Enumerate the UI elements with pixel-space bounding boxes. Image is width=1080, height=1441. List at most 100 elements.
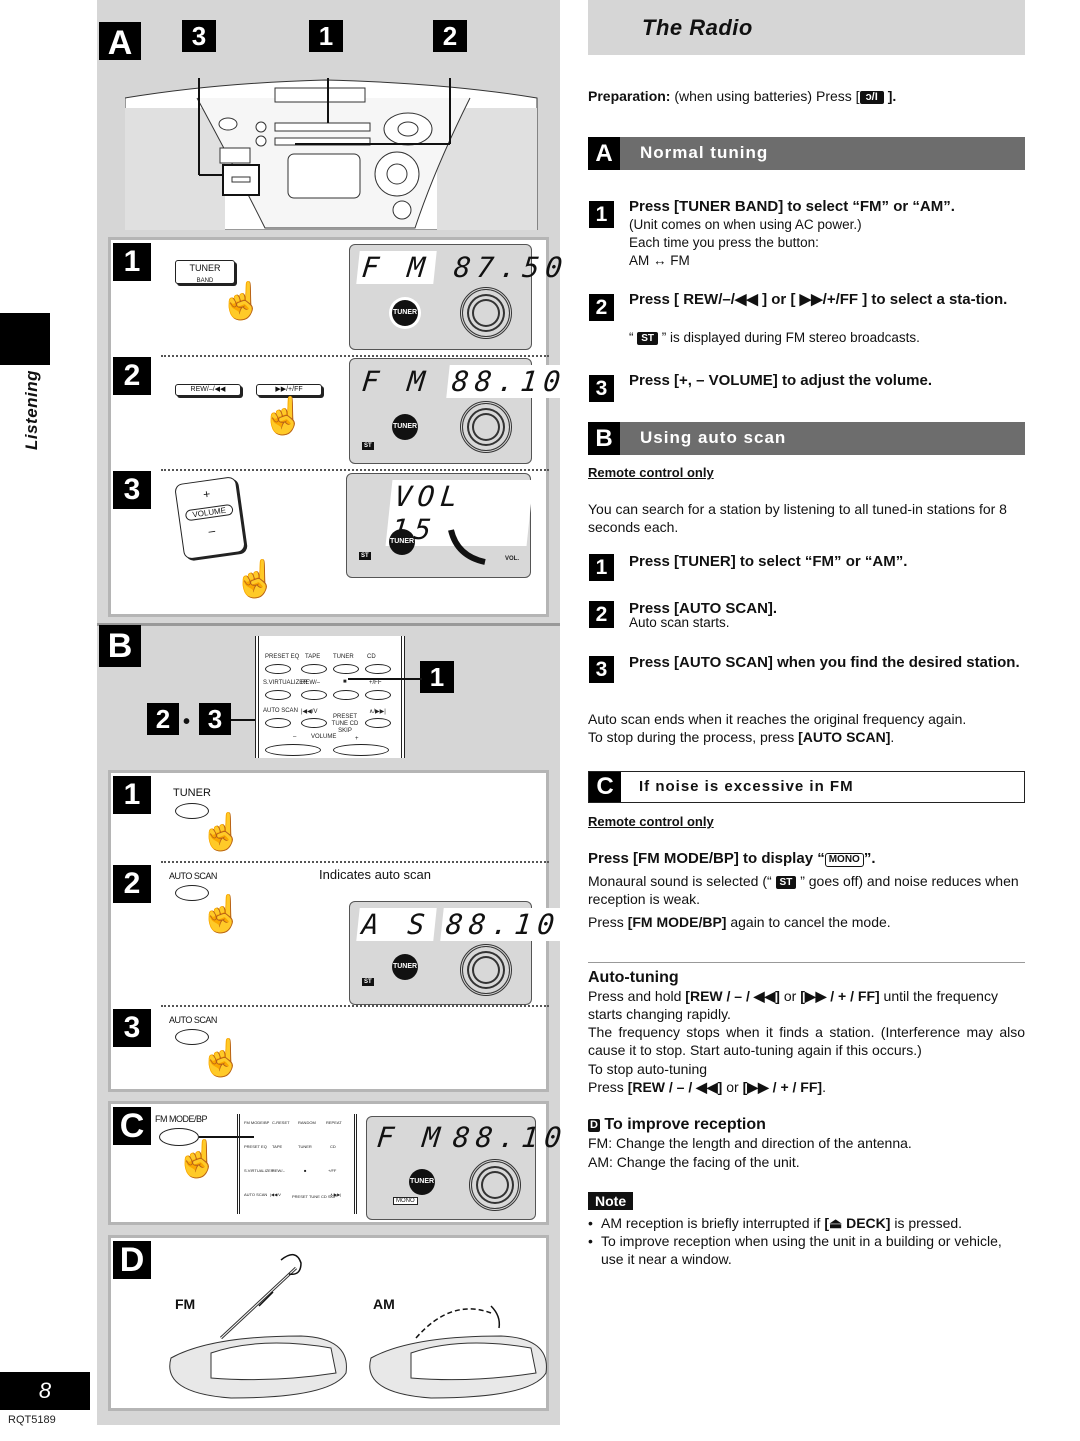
- section-b-steps-panel: 1 TUNER ☝ 2 AUTO SCAN ☝ Indicates auto s…: [108, 770, 567, 1092]
- pointing-hand-icon: ☝: [175, 1138, 220, 1179]
- note-badge: Note: [588, 1192, 634, 1210]
- tuner-indicator-icon: TUNER: [392, 954, 418, 980]
- section-c-panel: C FM MODE/BP ☝ FM MODE/BP C-RESET RANDOM…: [108, 1101, 569, 1225]
- chapter-label: Listening: [22, 369, 41, 450]
- prev-button[interactable]: [301, 718, 327, 728]
- auto-scan-annotation: Indicates auto scan: [319, 867, 432, 882]
- tuner-button[interactable]: [333, 664, 359, 674]
- tape-button[interactable]: [301, 664, 327, 674]
- stereo-badge: ST: [775, 876, 797, 889]
- stereo-badge: ST: [637, 332, 659, 345]
- power-icon: ↄ/I: [859, 91, 884, 104]
- bullet-separator: •: [183, 711, 191, 733]
- step-heading: Press [+, – VOLUME] to adjust the volume…: [629, 372, 932, 389]
- divider: [161, 1005, 549, 1007]
- step-3-number: 3: [589, 656, 614, 683]
- boombox-front-illustration: [125, 78, 538, 230]
- disc-rings-icon: [460, 401, 512, 453]
- callout-3: 3: [199, 703, 231, 735]
- preparation-note: Preparation: (when using batteries) Pres…: [588, 88, 897, 104]
- virtualizer-button[interactable]: [265, 690, 291, 700]
- callout-2: 2: [433, 20, 467, 52]
- step-2-number: 2: [589, 601, 614, 628]
- step-heading: Press [ REW/–/◀◀ ] or [ ▶▶/+/FF ] to sel…: [629, 291, 1008, 308]
- section-header-auto-scan: B Using auto scan: [588, 422, 1025, 455]
- callout-3: 3: [182, 20, 216, 52]
- rew-button[interactable]: REW/–/◀◀: [175, 384, 241, 396]
- leader-line: [348, 678, 422, 680]
- stereo-badge: ST: [359, 552, 371, 560]
- note-item: • To improve reception when using the uni…: [588, 1233, 1002, 1267]
- pointing-hand-icon: ☝: [199, 811, 244, 852]
- step-heading: Press [TUNER] to select “FM” or “AM”.: [629, 553, 908, 570]
- volume-down-button[interactable]: [265, 744, 321, 756]
- auto-scan-button[interactable]: [265, 718, 291, 728]
- step-heading: Press [AUTO SCAN] when you find the desi…: [629, 654, 1020, 671]
- page-title: The Radio: [642, 15, 753, 40]
- section-c-letter: C: [113, 1107, 151, 1145]
- tuner-indicator-icon: TUNER: [392, 414, 418, 440]
- callout-2: 2: [147, 703, 179, 735]
- callout-1: 1: [420, 661, 454, 693]
- cd-button[interactable]: [365, 664, 391, 674]
- divider: [161, 469, 549, 471]
- volume-up-button[interactable]: [333, 744, 389, 756]
- section-d-badge: D: [588, 1119, 600, 1132]
- tuner-indicator-icon: TUNER: [392, 300, 418, 326]
- chapter-tab-marker: [0, 313, 50, 365]
- rew-button[interactable]: [301, 690, 327, 700]
- divider: [161, 861, 549, 863]
- section-a-steps-panel: 1 TUNER BAND ☝ F M 87.50 TUNER 2 REW/–/◀◀…: [108, 237, 573, 617]
- stereo-badge: ST: [362, 442, 374, 450]
- section-header-noise: C If noise is excessive in FM: [588, 771, 1025, 803]
- next-button[interactable]: [365, 718, 391, 728]
- mono-badge: MONO: [393, 1197, 418, 1205]
- display-tuner-band: F M 87.50 TUNER: [349, 244, 570, 350]
- volume-button[interactable]: + VOLUME –: [174, 476, 246, 560]
- step-heading: Press [FM MODE/BP] to display “MONO”.: [588, 850, 876, 867]
- pointing-hand-icon: ☝: [199, 893, 244, 934]
- auto-tuning-heading: Auto-tuning: [588, 969, 679, 986]
- tuner-indicator-icon: TUNER: [389, 529, 415, 555]
- remote-only-label: Remote control only: [588, 814, 714, 829]
- boombox-antenna-illustration: [169, 1254, 547, 1399]
- display-mono: F M 88.10 TUNER MONO: [366, 1116, 569, 1220]
- pointing-hand-icon: ☝: [261, 395, 306, 436]
- step-3-number: 3: [113, 1009, 151, 1047]
- ff-button[interactable]: [365, 690, 391, 700]
- page-title-bar: The Radio: [588, 0, 1025, 55]
- volume-arc-icon: [448, 529, 486, 565]
- step-2-number: 2: [113, 865, 151, 903]
- section-d-panel: D FM AM: [108, 1235, 549, 1411]
- step-1-number: 1: [589, 201, 614, 228]
- display-auto-scan: A S 88.10 TUNER ST: [349, 901, 567, 1005]
- section-d-letter: D: [113, 1241, 151, 1279]
- remote-control-illustration: PRESET EQ TAPE TUNER CD S.VIRTUALIZER RE…: [255, 636, 405, 758]
- section-b-letter: B: [99, 625, 141, 667]
- disc-rings-icon: [469, 1159, 521, 1211]
- step-1-number: 1: [113, 243, 151, 281]
- preset-eq-button[interactable]: [265, 664, 291, 674]
- display-frequency: F M 88.10 TUNER ST: [349, 358, 573, 464]
- remote-control-illustration: FM MODE/BP C-RESET RANDOM REPEAT PRESET …: [237, 1114, 357, 1214]
- step-3-number: 3: [589, 375, 614, 402]
- mono-badge: MONO: [824, 853, 864, 867]
- disc-rings-icon: [460, 287, 512, 339]
- auto-scan-intro: You can search for a station by listenin…: [588, 501, 1007, 535]
- pointing-hand-icon: ☝: [199, 1037, 244, 1078]
- stop-button[interactable]: [333, 690, 359, 700]
- callout-1: 1: [309, 20, 343, 52]
- step-3-number: 3: [113, 471, 151, 509]
- step-1-number: 1: [589, 554, 614, 581]
- pointing-hand-icon: ☝: [219, 280, 264, 321]
- step-2-number: 2: [113, 357, 151, 395]
- stereo-badge: ST: [362, 978, 374, 986]
- tuner-indicator-icon: TUNER: [409, 1169, 435, 1195]
- divider: [97, 623, 560, 626]
- note-item: • AM reception is briefly interrupted if …: [588, 1215, 963, 1231]
- document-code: RQT5189: [8, 1414, 56, 1426]
- section-header-normal-tuning: A Normal tuning: [588, 137, 1025, 170]
- section-a-letter: A: [99, 22, 141, 62]
- remote-only-label: Remote control only: [588, 465, 714, 480]
- illustration-column: A 3 1 2 1 TUNER BAND ☝ F M 87.50 TUNER 2…: [97, 0, 573, 1425]
